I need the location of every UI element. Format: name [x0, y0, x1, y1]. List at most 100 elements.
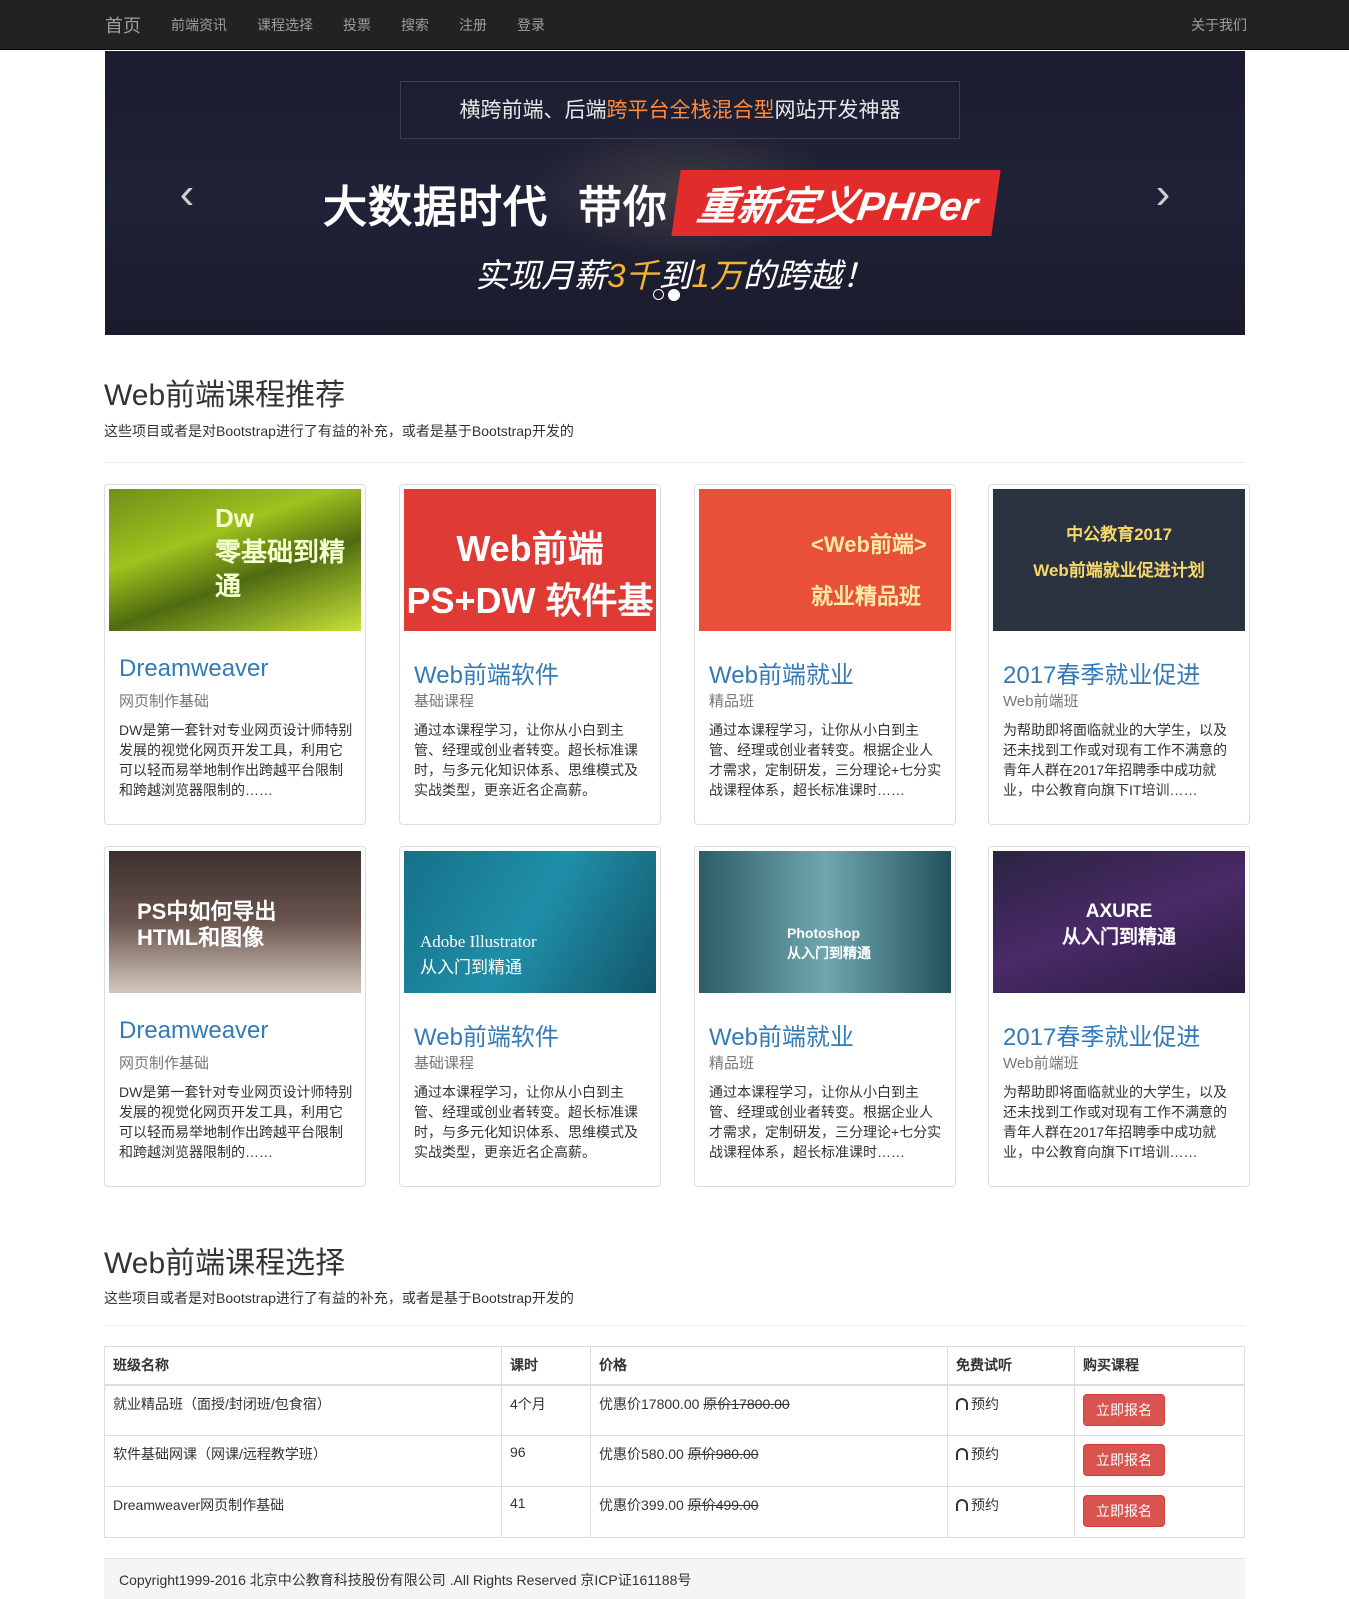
card-title[interactable]: Web前端软件 [414, 1017, 559, 1052]
card-subtitle: 基础课程 [414, 693, 475, 710]
price-sale: 优惠价17800.00 [599, 1395, 700, 1412]
nav-home-link[interactable]: 首页 [105, 12, 141, 38]
headline-part-1: 大数据时代 [323, 183, 548, 232]
cell-trial[interactable]: 预约 [947, 1384, 1075, 1436]
nav-link-vote[interactable]: 投票 [343, 15, 371, 35]
course-card[interactable]: 中公教育2017 Web前端就业促进计划 2017春季就业促进 Web前端班 为… [988, 484, 1250, 825]
thumbnail-caption: PS中如何导出 HTML和图像 [137, 899, 277, 950]
course-thumbnail[interactable]: AXURE 从入门到精通 [993, 851, 1245, 993]
carousel-indicator-1[interactable] [653, 289, 664, 300]
card-subtitle: Web前端班 [1003, 1055, 1079, 1072]
price-original: 原价980.00 [687, 1446, 759, 1462]
headphones-icon [956, 1499, 968, 1511]
nav-link-news[interactable]: 前端资讯 [171, 15, 227, 35]
nav-link-about[interactable]: 关于我们 [1191, 0, 1247, 50]
card-description: 通过本课程学习，让你从小白到主管、经理或创业者转变。超长标准课时，与多元化知识体… [414, 1084, 638, 1160]
cell-hours: 41 [501, 1486, 591, 1538]
cell-buy: 立即报名 [1074, 1435, 1245, 1487]
subline-value-b: 1万 [691, 257, 743, 294]
nav-link-login[interactable]: 登录 [517, 15, 545, 35]
course-thumbnail[interactable]: <Web前端> 就业精品班 [699, 489, 951, 631]
nav-left: 首页 前端资讯 课程选择 投票 搜索 注册 登录 [105, 0, 575, 50]
section-divider [104, 1325, 1245, 1326]
course-card[interactable]: Dw 零基础到精通 Dreamweaver 网页制作基础 DW是第一套针对专业网… [104, 484, 366, 825]
section-divider [104, 462, 1245, 463]
card-subtitle: 网页制作基础 [119, 1055, 210, 1072]
col-header-class: 班级名称 [104, 1346, 502, 1386]
course-card[interactable]: PS中如何导出 HTML和图像 Dreamweaver 网页制作基础 DW是第一… [104, 846, 366, 1187]
course-card[interactable]: Adobe Illustrator 从入门到精通 Web前端软件 基础课程 通过… [399, 846, 661, 1187]
table-row: 就业精品班（面授/封闭班/包食宿） 4个月 优惠价17800.00 原价1780… [104, 1384, 1245, 1436]
cell-buy: 立即报名 [1074, 1384, 1245, 1436]
card-title[interactable]: 2017春季就业促进 [1003, 1017, 1200, 1052]
cell-price: 优惠价17800.00 原价17800.00 [590, 1384, 948, 1436]
thumbnail-caption: Dw 零基础到精通 [215, 503, 346, 601]
card-title[interactable]: Web前端就业 [709, 1017, 854, 1052]
section-choose-desc: 这些项目或者是对Bootstrap进行了有益的补充，或者是基于Bootstrap… [104, 1290, 574, 1306]
card-title[interactable]: Web前端软件 [414, 655, 559, 690]
headphones-icon [956, 1397, 968, 1410]
carousel-tagline: 横跨前端、后端跨平台全栈混合型网站开发神器 [401, 82, 959, 140]
headphones-icon [956, 1448, 968, 1460]
card-title[interactable]: 2017春季就业促进 [1003, 655, 1200, 690]
col-header-trial: 免费试听 [947, 1346, 1075, 1386]
course-thumbnail[interactable]: Web前端 PS+DW 软件基础 [404, 489, 656, 631]
course-thumbnail[interactable]: Adobe Illustrator 从入门到精通 [404, 851, 656, 993]
trial-link[interactable]: 预约 [971, 1396, 999, 1412]
enroll-button[interactable]: 立即报名 [1083, 1393, 1165, 1426]
course-thumbnail[interactable]: Photoshop 从入门到精通 [699, 851, 951, 993]
thumbnail-caption: AXURE 从入门到精通 [1061, 901, 1176, 948]
chevron-left-icon[interactable]: ‹ [167, 169, 207, 219]
section-choose-title: Web前端课程选择 [104, 1247, 346, 1280]
nav-link-register[interactable]: 注册 [459, 15, 487, 35]
col-header-hours: 课时 [501, 1346, 591, 1386]
table-row: 软件基础网课（网课/远程教学班） 96 优惠价580.00 原价980.00 预… [104, 1435, 1245, 1487]
chevron-right-icon[interactable]: › [1143, 169, 1183, 219]
section-recommend-title: Web前端课程推荐 [104, 379, 346, 412]
cell-class-name: 就业精品班（面授/封闭班/包食宿） [104, 1384, 502, 1436]
section-recommend-desc: 这些项目或者是对Bootstrap进行了有益的补充，或者是基于Bootstrap… [104, 423, 574, 439]
course-thumbnail[interactable]: Dw 零基础到精通 [109, 489, 361, 631]
cell-hours: 4个月 [501, 1384, 591, 1436]
course-thumbnail[interactable]: 中公教育2017 Web前端就业促进计划 [993, 489, 1245, 631]
thumbnail-caption: 中公教育2017 Web前端就业促进计划 [1033, 525, 1205, 580]
trial-link[interactable]: 预约 [971, 1497, 999, 1513]
card-description: 通过本课程学习，让你从小白到主管、经理或创业者转变。根据企业人才需求，定制研发，… [709, 722, 942, 798]
table-header-row: 班级名称 课时 价格 免费试听 购买课程 [104, 1346, 1245, 1386]
carousel-headline: 大数据时代 带你 重新定义PHPer [323, 170, 1001, 236]
card-description: 为帮助即将面临就业的大学生，以及还未找到工作或对现有工作不满意的青年人群在201… [1003, 722, 1227, 798]
card-description: DW是第一套针对专业网页设计师特别发展的视觉化网页开发工具，利用它可以轻而易举地… [119, 722, 353, 798]
cell-trial[interactable]: 预约 [947, 1486, 1075, 1538]
card-description: 通过本课程学习，让你从小白到主管、经理或创业者转变。超长标准课时，与多元化知识体… [414, 722, 638, 798]
course-table: 班级名称 课时 价格 免费试听 购买课程 就业精品班（面授/封闭班/包食宿） 4… [104, 1346, 1245, 1538]
course-card[interactable]: AXURE 从入门到精通 2017春季就业促进 Web前端班 为帮助即将面临就业… [988, 846, 1250, 1187]
headline-part-2: 带你 [578, 183, 668, 232]
course-thumbnail[interactable]: PS中如何导出 HTML和图像 [109, 851, 361, 993]
cell-trial[interactable]: 预约 [947, 1435, 1075, 1487]
thumbnail-caption: Photoshop 从入门到精通 [787, 925, 871, 961]
nav-link-courses[interactable]: 课程选择 [257, 15, 313, 35]
card-title[interactable]: Dreamweaver [119, 655, 268, 683]
enroll-button[interactable]: 立即报名 [1083, 1444, 1165, 1476]
headline-red-box: 重新定义PHPer [671, 170, 1001, 236]
carousel-indicator-2[interactable] [668, 289, 680, 301]
enroll-button[interactable]: 立即报名 [1083, 1495, 1165, 1527]
cell-price: 优惠价580.00 原价980.00 [590, 1435, 948, 1487]
cell-price: 优惠价399.00 原价499.00 [590, 1486, 948, 1538]
cell-hours: 96 [501, 1435, 591, 1487]
hero-carousel: 横跨前端、后端跨平台全栈混合型网站开发神器 大数据时代 带你 重新定义PHPer… [105, 51, 1245, 335]
carousel-tagline-box: 横跨前端、后端跨平台全栈混合型网站开发神器 [400, 81, 960, 139]
trial-link[interactable]: 预约 [971, 1446, 999, 1462]
tagline-highlight: 跨平台全栈混合型 [606, 99, 775, 122]
card-subtitle: 网页制作基础 [119, 693, 210, 710]
course-card[interactable]: <Web前端> 就业精品班 Web前端就业 精品班 通过本课程学习，让你从小白到… [694, 484, 956, 825]
card-title[interactable]: Dreamweaver [119, 1017, 268, 1045]
tagline-pre: 横跨前端、后端 [459, 99, 607, 122]
course-card[interactable]: Web前端 PS+DW 软件基础 Web前端软件 基础课程 通过本课程学习，让你… [399, 484, 661, 825]
nav-link-search[interactable]: 搜索 [401, 15, 429, 35]
card-title[interactable]: Web前端就业 [709, 655, 854, 690]
subline-pre: 实现月薪 [475, 257, 608, 294]
card-description: 为帮助即将面临就业的大学生，以及还未找到工作或对现有工作不满意的青年人群在201… [1003, 1084, 1227, 1160]
course-card[interactable]: Photoshop 从入门到精通 Web前端就业 精品班 通过本课程学习，让你从… [694, 846, 956, 1187]
col-header-buy: 购买课程 [1074, 1346, 1245, 1386]
